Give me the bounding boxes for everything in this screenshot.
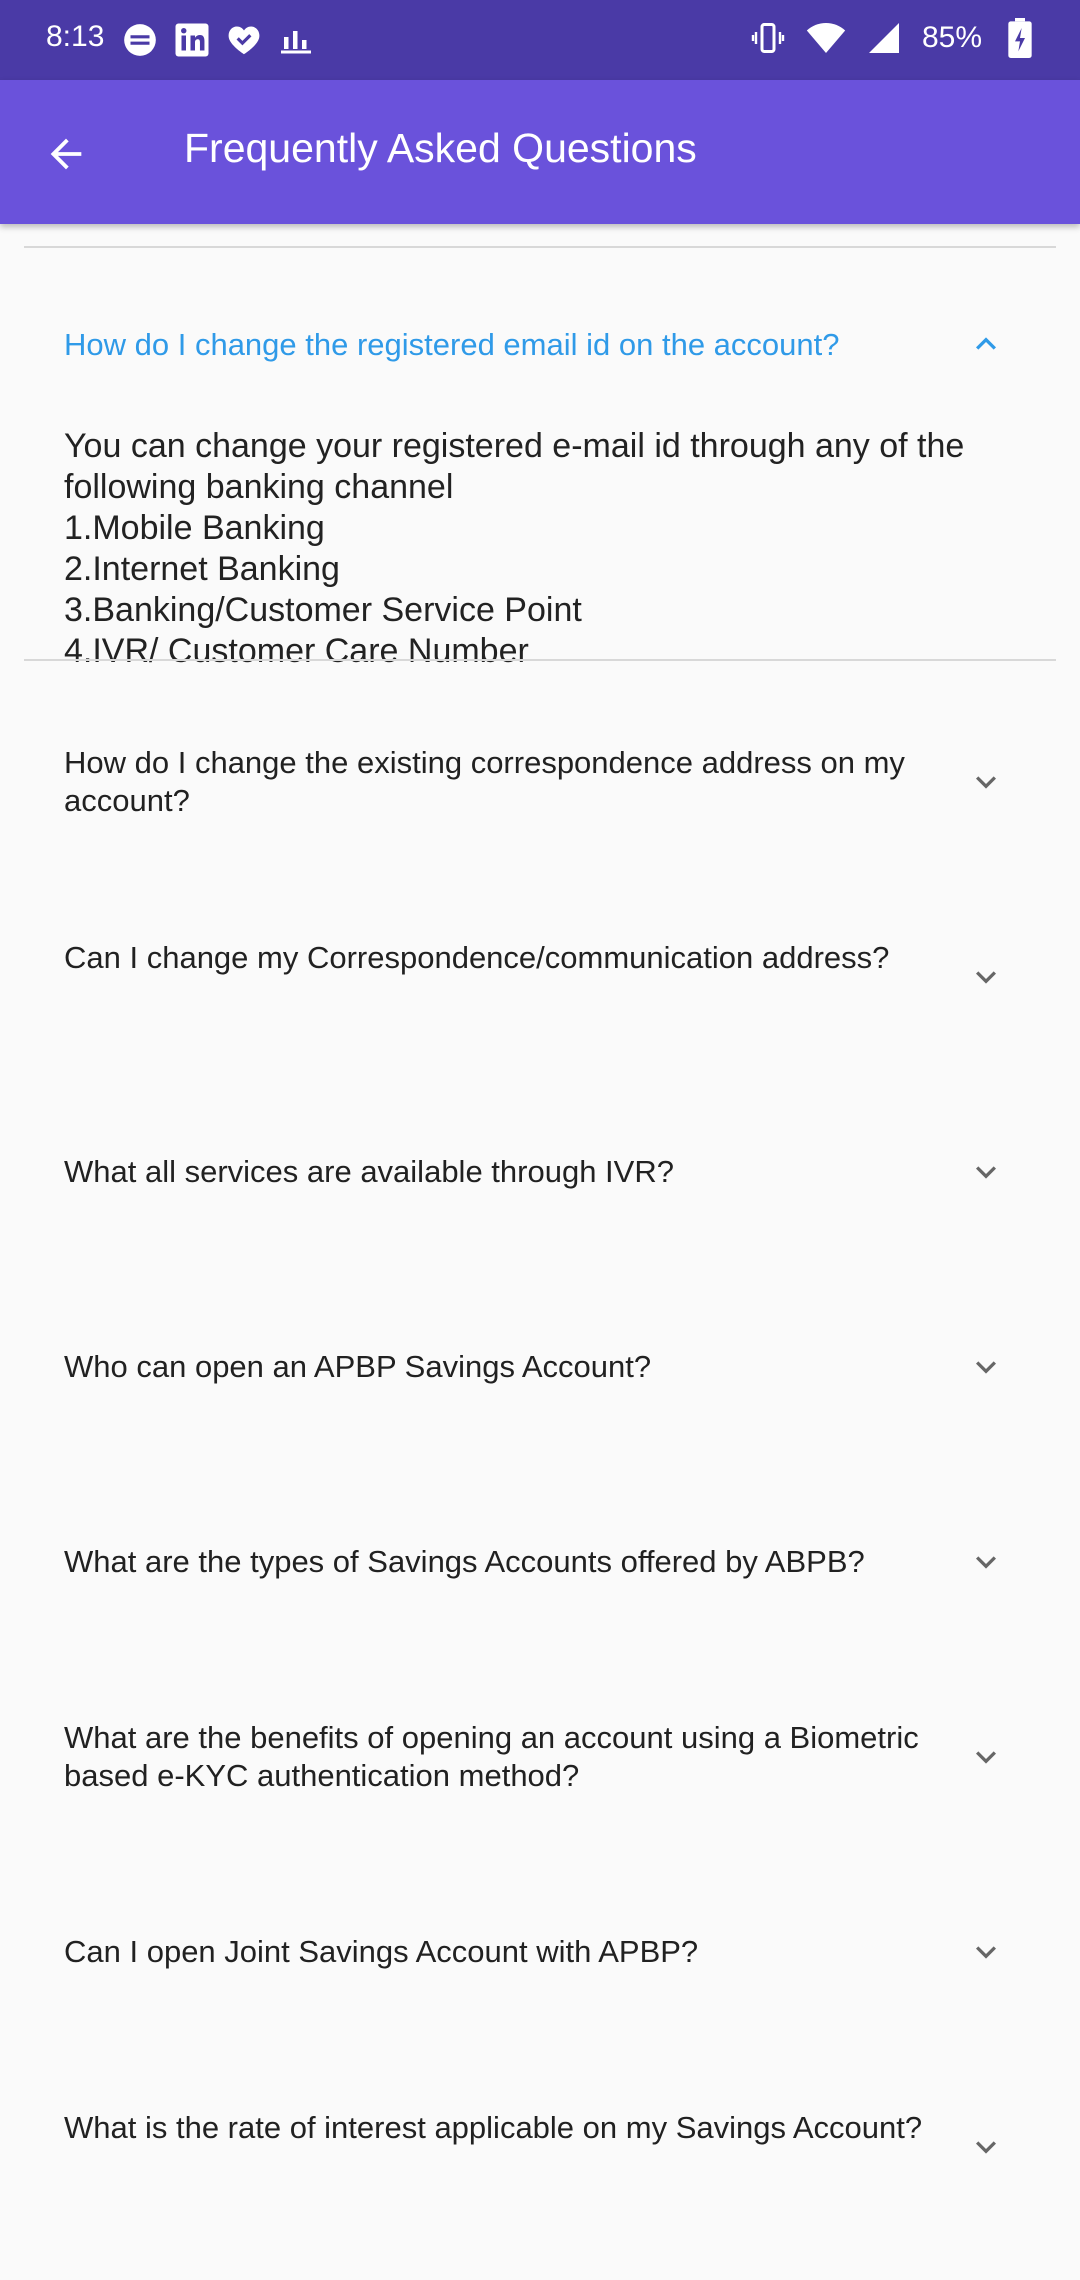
faq-item-joint-account[interactable]: Can I open Joint Savings Account with AP…: [0, 1830, 1080, 2025]
faq-item-ekyc-benefits[interactable]: What are the benefits of opening an acco…: [0, 1635, 1080, 1830]
app-bar: Frequently Asked Questions: [0, 80, 1080, 224]
faq-answer: You can change your registered e-mail id…: [64, 427, 965, 670]
chevron-down-icon[interactable]: [962, 953, 1010, 1001]
faq-question[interactable]: How do I change the existing corresponde…: [64, 744, 924, 820]
faq-question[interactable]: Who can open an APBP Savings Account?: [64, 1348, 924, 1386]
chevron-down-icon[interactable]: [962, 758, 1010, 806]
faq-question[interactable]: What are the benefits of opening an acco…: [64, 1719, 924, 1795]
faq-item-ivr-services[interactable]: What all services are available through …: [0, 1050, 1080, 1245]
faq-question[interactable]: What are the types of Savings Accounts o…: [64, 1543, 924, 1581]
vibrate-icon: [748, 18, 788, 58]
back-button[interactable]: [34, 122, 98, 186]
chevron-down-icon[interactable]: [962, 2123, 1010, 2171]
signal-icon: [864, 18, 904, 58]
faq-item-account-types[interactable]: What are the types of Savings Accounts o…: [0, 1440, 1080, 1635]
status-time: 8:13: [46, 20, 105, 53]
faq-item-communication-address[interactable]: Can I change my Correspondence/communica…: [0, 855, 1080, 1050]
chevron-down-icon[interactable]: [962, 1928, 1010, 1976]
chart-icon: [276, 20, 316, 60]
battery-percent: 85%: [921, 21, 982, 54]
chevron-up-icon[interactable]: [962, 320, 1010, 368]
faq-item-who-can-open[interactable]: Who can open an APBP Savings Account?: [0, 1245, 1080, 1440]
chevron-down-icon[interactable]: [962, 1733, 1010, 1781]
status-bar: 8:13 85%: [0, 0, 1080, 80]
faq-question[interactable]: What all services are available through …: [64, 1153, 924, 1191]
wifi-icon: [806, 18, 846, 58]
linkedin-icon: [172, 20, 212, 60]
ios-share-icon: [120, 20, 160, 60]
faq-question[interactable]: How do I change the registered email id …: [64, 326, 924, 364]
system-icons: 85%: [748, 18, 1040, 58]
battery-charging-icon: [1000, 18, 1040, 58]
chevron-down-icon[interactable]: [962, 1148, 1010, 1196]
faq-question[interactable]: Can I change my Correspondence/communica…: [64, 939, 924, 977]
faq-question[interactable]: Can I open Joint Savings Account with AP…: [64, 1933, 924, 1971]
page-title: Frequently Asked Questions: [184, 125, 697, 171]
chevron-down-icon[interactable]: [962, 1343, 1010, 1391]
faq-question[interactable]: What is the rate of interest applicable …: [64, 2109, 924, 2147]
arrow-back-icon: [50, 138, 82, 170]
faq-item-correspondence-address[interactable]: How do I change the existing corresponde…: [0, 660, 1080, 855]
notification-icons: [120, 20, 316, 60]
chevron-down-icon[interactable]: [962, 1538, 1010, 1586]
heart-check-icon: [224, 20, 264, 60]
faq-item-interest-rate[interactable]: What is the rate of interest applicable …: [0, 2025, 1080, 2220]
